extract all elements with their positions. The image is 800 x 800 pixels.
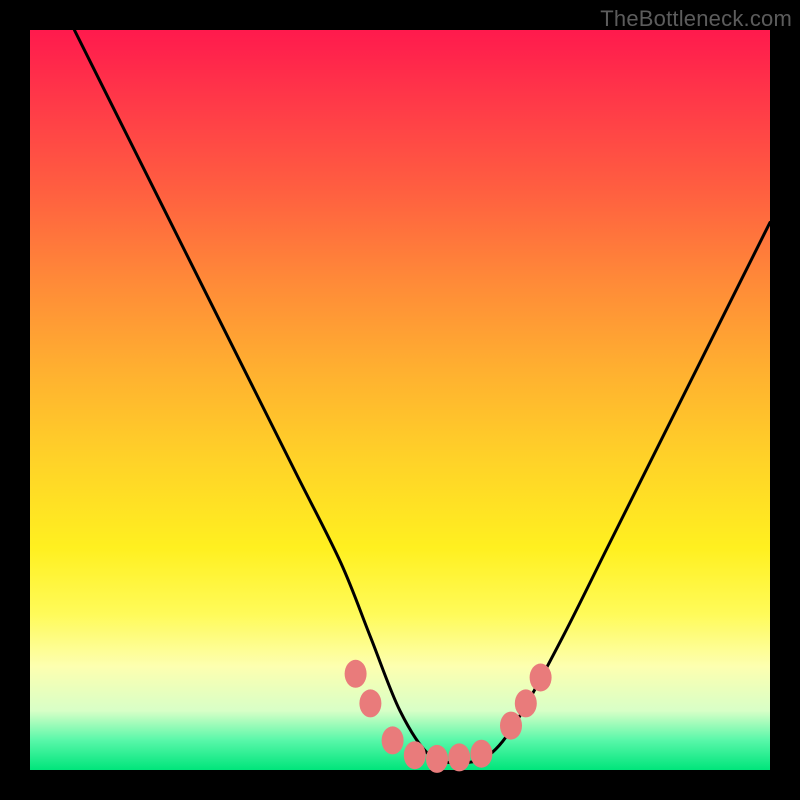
curve-marker <box>426 745 448 773</box>
curve-marker <box>515 689 537 717</box>
curve-marker <box>359 689 381 717</box>
curve-marker <box>404 741 426 769</box>
curve-marker <box>345 660 367 688</box>
chart-svg <box>30 30 770 770</box>
curve-marker <box>530 664 552 692</box>
chart-frame: TheBottleneck.com <box>0 0 800 800</box>
chart-plot-area <box>30 30 770 770</box>
curve-marker <box>382 726 404 754</box>
curve-marker <box>470 740 492 768</box>
curve-marker <box>448 743 470 771</box>
watermark-text: TheBottleneck.com <box>600 6 792 32</box>
bottleneck-curve-path <box>74 30 770 763</box>
curve-marker <box>500 712 522 740</box>
